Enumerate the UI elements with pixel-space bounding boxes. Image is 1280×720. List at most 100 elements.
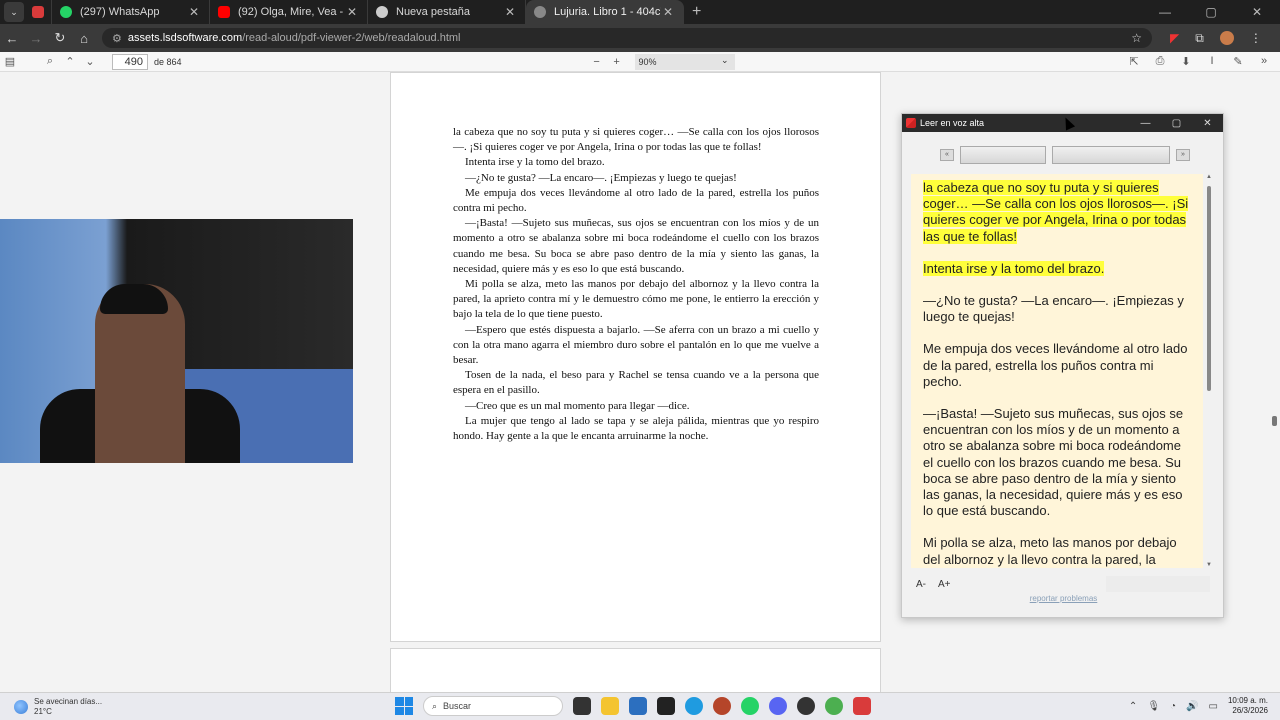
search-icon[interactable]: ⌕: [40, 55, 60, 68]
close-tab-icon[interactable]: ✕: [187, 5, 201, 19]
new-tab-plus-icon[interactable]: +: [692, 3, 701, 21]
tab-whatsapp[interactable]: (297) WhatsApp ✕: [52, 0, 210, 24]
youtube-icon: [218, 6, 230, 18]
app-icon[interactable]: [713, 697, 731, 715]
edge-icon[interactable]: [685, 697, 703, 715]
close-tab-icon[interactable]: ✕: [345, 5, 359, 19]
pdf-page-text: la cabeza que no soy tu puta y si quiere…: [453, 125, 819, 444]
print-icon[interactable]: ⎙: [1150, 55, 1170, 68]
tab-strip: ⌄ (297) WhatsApp ✕ (92) Olga, Mire, Vea …: [0, 0, 1280, 24]
extensions-puzzle-icon[interactable]: ⧉: [1195, 31, 1204, 46]
report-problems-link[interactable]: reportar problemas: [902, 594, 1225, 603]
weather-widget[interactable]: Se avecinan días... 21°C: [14, 697, 102, 717]
read-aloud-window: Leer en voz alta — ▢ ✕ « » la cabeza que…: [901, 113, 1224, 618]
whatsapp-icon[interactable]: [741, 697, 759, 715]
page-total: de 864: [154, 56, 182, 67]
weather-title: Se avecinan días...: [34, 697, 103, 706]
read-aloud-text[interactable]: la cabeza que no soy tu puta y si quiere…: [911, 174, 1203, 568]
home-icon[interactable]: ⌂: [72, 31, 96, 46]
site-info-icon[interactable]: ⚙: [112, 32, 122, 45]
clock-date: 26/3/2026: [1232, 706, 1268, 715]
read-aloud-logo-icon: [906, 118, 916, 128]
close-icon[interactable]: ✕: [1192, 118, 1223, 129]
browser-menu-icon[interactable]: ⋮: [1250, 31, 1262, 45]
forward-icon[interactable]: »: [1176, 149, 1190, 161]
minimize-icon[interactable]: —: [1130, 118, 1161, 129]
capcut-icon[interactable]: [657, 697, 675, 715]
chrome-icon: [376, 6, 388, 18]
save-icon[interactable]: ⬇: [1176, 55, 1196, 68]
address-bar[interactable]: ⚙ assets.lsdsoftware.com /read-aloud/pdf…: [102, 28, 1152, 48]
open-file-icon[interactable]: ⇱: [1124, 55, 1144, 68]
profile-avatar[interactable]: [1219, 31, 1234, 45]
tab-title: Nueva pestaña: [396, 6, 470, 18]
forward-arrow-icon[interactable]: →: [24, 31, 48, 46]
read-aloud-extension-icon[interactable]: ◤: [1170, 31, 1179, 45]
zoom-out-icon[interactable]: −: [587, 56, 607, 68]
read-aloud-paragraph: Me empuja dos veces llevándome al otro l…: [923, 341, 1193, 390]
tab-youtube[interactable]: (92) Olga, Mire, Vea - Guayacán ✕: [210, 0, 368, 24]
viewer-scrollbar-thumb[interactable]: [1272, 416, 1277, 426]
volume-icon[interactable]: 🔊: [1186, 701, 1198, 712]
read-aloud-favicon-icon: [32, 6, 44, 18]
file-explorer-icon[interactable]: [601, 697, 619, 715]
bookmark-star-icon[interactable]: ☆: [1131, 31, 1142, 45]
task-view-icon[interactable]: [573, 697, 591, 715]
start-windows-icon[interactable]: [395, 697, 413, 715]
playback-controls: « »: [940, 146, 1190, 164]
tab-title: (92) Olga, Mire, Vea - Guayacán: [238, 6, 345, 18]
chrome-icon[interactable]: [825, 697, 843, 715]
read-aloud-sentence: Me empuja dos veces llevándome al otro l…: [923, 341, 1188, 389]
reload-icon[interactable]: ↻: [48, 30, 72, 46]
scroll-down-icon[interactable]: ▼: [1206, 562, 1212, 568]
battery-icon[interactable]: ▭: [1209, 701, 1218, 712]
close-tab-icon[interactable]: ✕: [503, 5, 517, 19]
close-window-icon[interactable]: ✕: [1234, 5, 1280, 19]
url-host: assets.lsdsoftware.com: [127, 32, 243, 44]
next-page-icon[interactable]: ⌄: [80, 55, 100, 68]
tab-pinned[interactable]: [24, 0, 52, 24]
discord-icon[interactable]: [769, 697, 787, 715]
read-aloud-paragraph: —¡Basta! —Sujeto sus muñecas, sus ojos s…: [923, 406, 1193, 519]
maximize-icon[interactable]: ▢: [1188, 5, 1234, 19]
page-number-input[interactable]: 490: [112, 53, 148, 70]
play-pause-button[interactable]: [960, 146, 1046, 164]
obs-icon[interactable]: [797, 697, 815, 715]
scroll-up-icon[interactable]: ▲: [1206, 174, 1212, 180]
scrollbar-thumb[interactable]: [1207, 186, 1211, 391]
store-icon[interactable]: [629, 697, 647, 715]
taskbar-search[interactable]: ⌕ Buscar: [423, 696, 563, 716]
wifi-icon[interactable]: ◔: [1170, 701, 1176, 712]
tab-search-chevron-icon[interactable]: ⌄: [4, 2, 24, 22]
draw-tool-icon[interactable]: ✎: [1228, 55, 1248, 68]
read-aloud-paragraph: Mi polla se alza, meto las manos por deb…: [923, 535, 1193, 567]
close-tab-icon[interactable]: ✕: [661, 5, 675, 19]
previous-page-icon[interactable]: ⌃: [60, 55, 80, 68]
font-decrease-button[interactable]: A-: [916, 579, 926, 590]
back-arrow-icon[interactable]: ←: [0, 31, 24, 46]
read-aloud-scrollbar[interactable]: ▲ ▼: [1204, 174, 1214, 568]
tab-new-tab[interactable]: Nueva pestaña ✕: [368, 0, 526, 24]
maximize-icon[interactable]: ▢: [1161, 118, 1192, 129]
webcam-person-cap: [100, 284, 168, 314]
zoom-select[interactable]: 90%: [634, 52, 735, 70]
pdf-paragraph: La mujer que tengo al lado se tapa y se …: [453, 414, 819, 443]
rewind-icon[interactable]: «: [940, 149, 954, 161]
search-icon: ⌕: [432, 700, 438, 711]
tab-read-aloud[interactable]: Lujuria. Libro 1 - 404c7602-daa ✕: [526, 0, 684, 24]
read-aloud-sentence: la cabeza que no soy tu puta y si quiere…: [923, 180, 1189, 244]
more-tools-icon[interactable]: »: [1254, 55, 1274, 68]
stop-button[interactable]: [1052, 146, 1170, 164]
pdf-paragraph: —¡Basta! —Sujeto sus muñecas, sus ojos s…: [453, 217, 819, 275]
tray-chevron-icon[interactable]: ⌃: [1129, 701, 1137, 712]
text-tool-icon[interactable]: I: [1202, 55, 1222, 68]
whatsapp-icon: [60, 6, 72, 18]
read-aloud-taskbar-icon[interactable]: [853, 697, 871, 715]
zoom-in-icon[interactable]: +: [607, 56, 627, 68]
minimize-icon[interactable]: —: [1142, 5, 1188, 19]
clock[interactable]: 10:09 a. m. 26/3/2026: [1228, 696, 1268, 716]
sidebar-toggle-icon[interactable]: ▤: [0, 55, 20, 68]
font-increase-button[interactable]: A+: [938, 579, 951, 590]
microphone-icon[interactable]: 🎙: [1147, 701, 1160, 712]
pdf-paragraph: —Espero que estés dispuesta a bajarlo. —…: [453, 323, 819, 367]
